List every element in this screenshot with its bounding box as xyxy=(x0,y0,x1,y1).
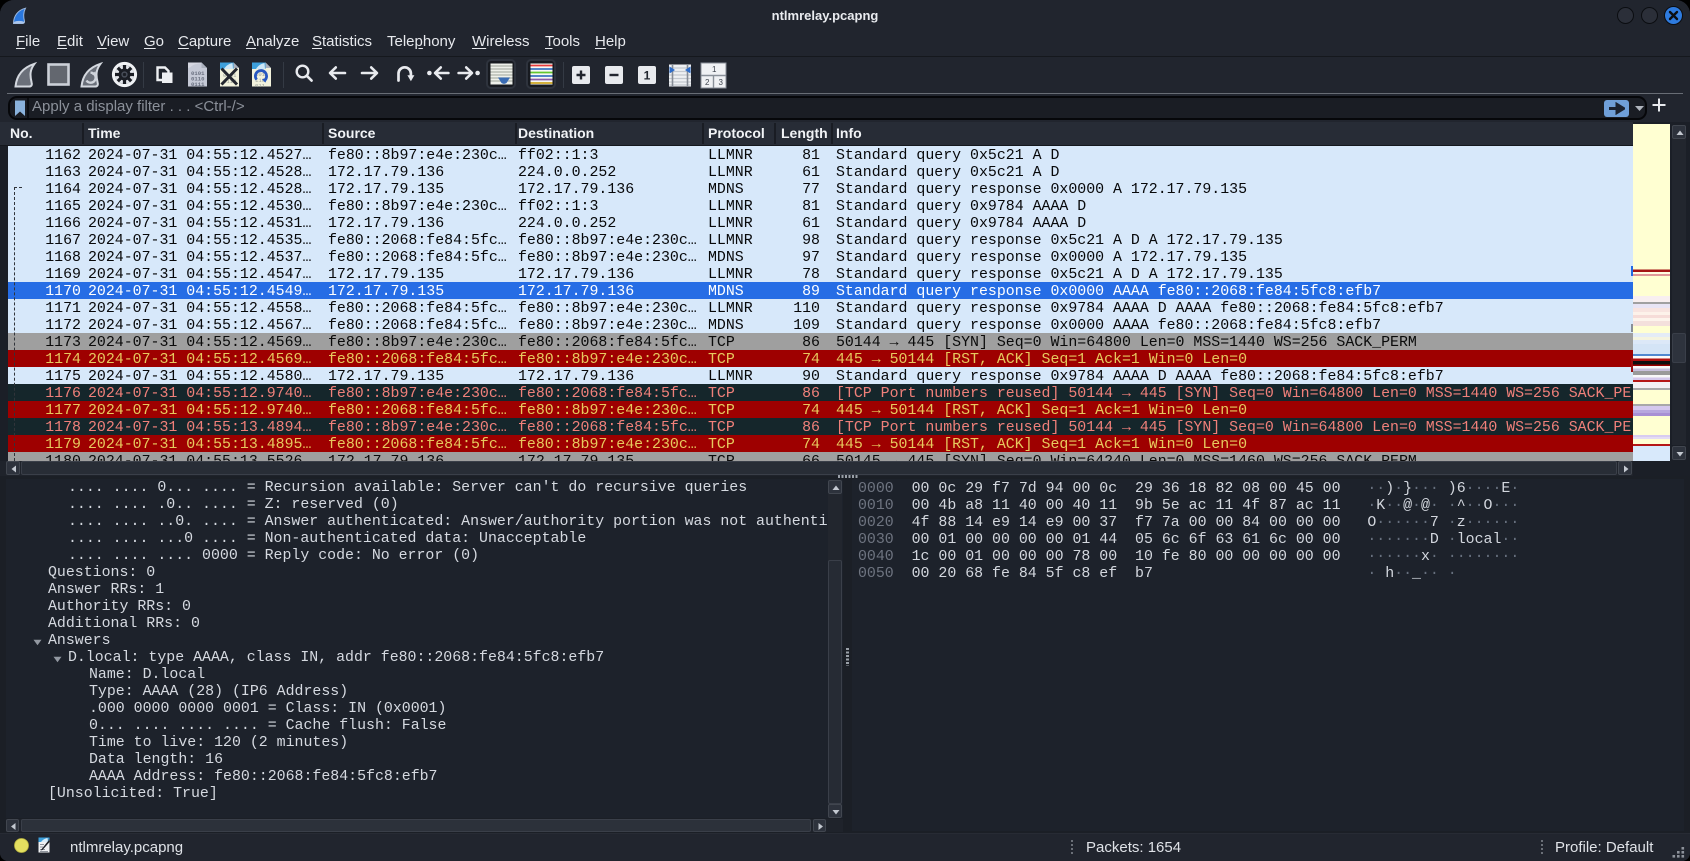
svg-text:011: 011 xyxy=(255,83,266,88)
svg-text:3: 3 xyxy=(719,78,724,87)
svg-text:0111: 0111 xyxy=(191,81,205,87)
svg-text:1: 1 xyxy=(644,69,651,83)
svg-text:2: 2 xyxy=(705,78,710,87)
svg-text:1: 1 xyxy=(712,65,717,74)
